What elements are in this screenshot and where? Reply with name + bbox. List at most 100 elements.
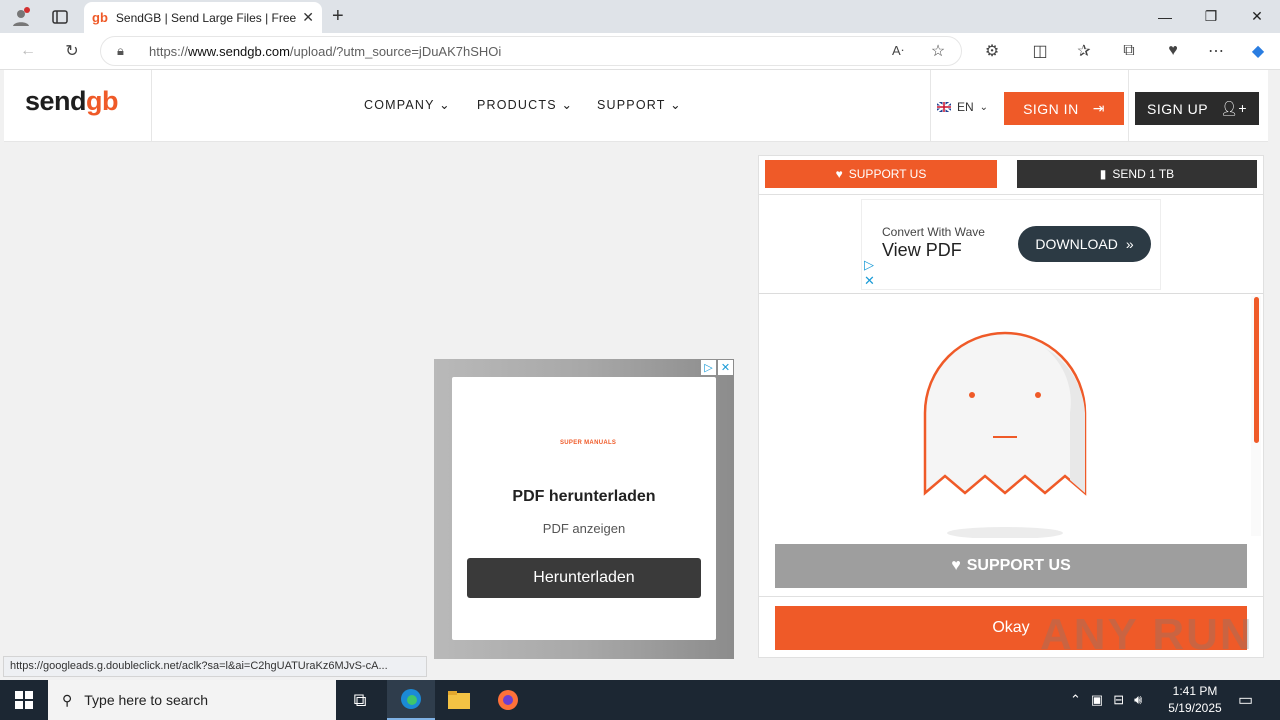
volume-icon[interactable]: 🔊︎ (1134, 692, 1142, 708)
center-ad-card[interactable] (452, 377, 716, 640)
support-us-button[interactable]: ♥ SUPPORT US (765, 160, 997, 188)
active-tab[interactable]: gb SendGB | Send Large Files | Free f ✕ (84, 2, 322, 33)
top-ad-download-label: DOWNLOAD (1035, 236, 1118, 252)
task-view-icon[interactable]: ⧉ (336, 680, 384, 720)
logo-text: send (25, 86, 87, 116)
adchoices-icon[interactable]: ▷ (701, 360, 716, 375)
url-scheme: https:// (149, 43, 189, 59)
favorites-icon[interactable]: ✰ (1072, 40, 1096, 62)
nav-support-label: SUPPORT (597, 98, 666, 112)
copilot-icon[interactable]: ◆ (1246, 40, 1270, 62)
firefox-icon[interactable] (484, 680, 532, 720)
network-icon[interactable]: ⊟ (1113, 692, 1124, 708)
nav-company-label: COMPANY (364, 98, 435, 112)
file-explorer-icon[interactable] (435, 680, 483, 720)
file-icon: ▮ (1099, 167, 1107, 181)
nav-company[interactable]: COMPANY ⌄ (364, 97, 451, 112)
taskbar-search-placeholder: Type here to search (84, 692, 209, 708)
anyrun-watermark: ANY RUN (1040, 610, 1254, 659)
url-path: /upload/?utm_source=jDuAK7hSHOi (289, 43, 502, 59)
chevron-down-icon: ⌄ (561, 98, 574, 112)
nav-products-label: PRODUCTS (477, 98, 557, 112)
sign-up-button[interactable]: SIGN UP 👤︎+ (1135, 92, 1259, 125)
sign-in-arrow-icon: ⇥ (1092, 100, 1105, 116)
start-button[interactable] (0, 680, 48, 720)
close-window-icon[interactable]: ✕ (1234, 0, 1280, 33)
ad-brand-logo: SUPER MANUALS (560, 440, 617, 446)
header-divider (930, 70, 931, 142)
tab-title: SendGB | Send Large Files | Free f (115, 10, 296, 25)
url-host: www.sendgb.com (188, 43, 290, 59)
sign-up-label: SIGN UP (1146, 100, 1209, 117)
header-divider (1128, 70, 1129, 142)
notifications-icon[interactable]: ▭ (1238, 690, 1253, 710)
ad-title: PDF herunterladen (512, 488, 656, 505)
chevron-down-icon: ⌄ (670, 98, 682, 112)
taskbar-search[interactable]: ⚲ Type here to search (48, 680, 336, 720)
more-menu-icon[interactable]: ⋯ (1204, 40, 1228, 62)
chevron-down-icon: ⌄ (439, 98, 451, 112)
sign-in-button[interactable]: SIGN IN ⇥ (1004, 92, 1124, 125)
edge-taskbar-icon[interactable] (387, 680, 435, 720)
favorite-star-icon[interactable]: ☆ (926, 40, 950, 62)
support-us-label: SUPPORT US (848, 167, 927, 181)
sendgb-favicon-icon: gb (92, 10, 108, 25)
close-tab-icon[interactable]: ✕ (302, 9, 314, 26)
send-1tb-label: SEND 1 TB (1112, 167, 1175, 181)
search-icon: ⚲ (62, 691, 73, 708)
lock-icon[interactable]: 🔒︎ (117, 43, 124, 59)
device-icon[interactable]: ▣ (1091, 692, 1103, 708)
split-screen-icon[interactable]: ◫ (1028, 40, 1052, 62)
language-selector[interactable]: EN ⌄ (937, 100, 988, 114)
sendgb-logo[interactable]: sendgb (25, 86, 119, 117)
send-1tb-button[interactable]: ▮ SEND 1 TB (1017, 160, 1257, 188)
status-link-preview: https://googleads.g.doubleclick.net/aclk… (3, 656, 427, 677)
top-ad-download-button[interactable]: DOWNLOAD » (1018, 226, 1151, 262)
ghost-illustration-icon (923, 331, 1087, 538)
nav-support[interactable]: SUPPORT ⌄ (597, 97, 682, 112)
ad-close-icon[interactable]: ✕ (718, 360, 733, 375)
heart-icon: ♥ (835, 167, 843, 181)
url-field[interactable]: https://www.sendgb.com/upload/?utm_sourc… (100, 36, 962, 66)
show-hidden-icons-icon[interactable]: ⌃ (1070, 692, 1081, 708)
read-aloud-icon[interactable]: Aᐧ (886, 40, 910, 62)
panel-divider (759, 293, 1263, 294)
new-tab-icon[interactable]: + (332, 5, 344, 28)
clock-date: 5/19/2025 (1168, 701, 1222, 715)
system-tray: ⌃ ▣ ⊟ 🔊︎ (1070, 680, 1142, 720)
support-us-large-button[interactable]: ♥ SUPPORT US (775, 544, 1247, 588)
restore-icon[interactable]: ❐ (1188, 0, 1234, 33)
sign-in-label: SIGN IN (1023, 100, 1079, 117)
extensions-icon[interactable]: ⚙ (980, 40, 1004, 62)
profile-icon[interactable] (10, 6, 32, 28)
language-label: EN (957, 100, 974, 114)
panel-divider (759, 596, 1263, 597)
adchoices-icon[interactable]: ▷ (864, 257, 874, 273)
panel-divider (759, 194, 1263, 195)
add-user-icon: 👤︎+ (1220, 100, 1248, 116)
ad-download-button[interactable]: Herunterladen (467, 558, 701, 598)
uk-flag-icon (937, 102, 951, 112)
tab-actions-icon[interactable] (50, 7, 70, 27)
ad-close-icon[interactable]: ✕ (864, 273, 875, 289)
back-icon[interactable]: ← (16, 40, 40, 62)
refresh-icon[interactable]: ↻ (60, 40, 84, 62)
support-us-large-label: SUPPORT US (966, 557, 1071, 574)
heart-icon: ♥ (951, 557, 961, 574)
nav-products[interactable]: PRODUCTS ⌄ (477, 97, 573, 112)
header-divider (151, 70, 152, 142)
minimize-icon[interactable]: — (1142, 0, 1188, 33)
collections-icon[interactable]: ⧉ (1117, 40, 1141, 62)
windows-logo-icon (15, 691, 33, 709)
top-ad-title: View PDF (882, 240, 962, 260)
double-chevron-right-icon: » (1125, 236, 1134, 252)
top-ad-subtitle: Convert With Wave (882, 225, 985, 239)
ad-choices[interactable]: ▷ ✕ (701, 360, 733, 375)
browser-essentials-icon[interactable]: ♥ (1161, 40, 1185, 62)
panel-scrollbar-thumb[interactable] (1254, 297, 1259, 443)
ad-subtitle: PDF anzeigen (542, 521, 626, 536)
taskbar-clock[interactable]: 1:41 PM 5/19/2025 (1160, 683, 1230, 717)
logo-accent: gb (86, 86, 119, 116)
clock-time: 1:41 PM (1172, 684, 1218, 698)
chevron-down-icon: ⌄ (979, 101, 989, 113)
